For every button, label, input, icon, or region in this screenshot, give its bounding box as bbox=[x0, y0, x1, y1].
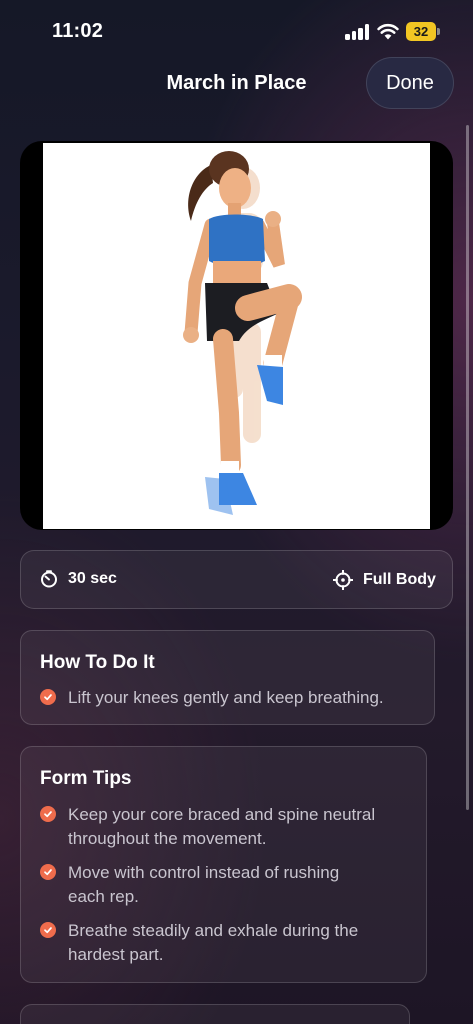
exercise-image-card bbox=[20, 141, 453, 530]
checkmark-icon bbox=[40, 689, 56, 705]
how-to-step: Lift your knees gently and keep breathin… bbox=[40, 686, 384, 710]
duration-label: 30 sec bbox=[68, 570, 117, 587]
how-to-card: How To Do It Lift your knees gently and … bbox=[20, 630, 435, 725]
battery-icon: 32 bbox=[406, 22, 440, 41]
form-tips-card: Form Tips Keep your core braced and spin… bbox=[20, 746, 427, 983]
form-tip-text: Breathe steadily and exhale during the h… bbox=[68, 921, 359, 964]
exercise-illustration bbox=[43, 143, 430, 529]
form-tip-text: Keep your core braced and spine neutral … bbox=[68, 805, 376, 848]
battery-level: 32 bbox=[406, 22, 436, 41]
exercise-info-bar: 30 sec Full Body bbox=[20, 550, 453, 609]
target-label: Full Body bbox=[363, 571, 436, 588]
checkmark-icon bbox=[40, 864, 56, 880]
form-tip-item: Keep your core braced and spine neutral … bbox=[40, 803, 375, 851]
status-time: 11:02 bbox=[52, 20, 104, 42]
form-tips-title: Form Tips bbox=[40, 768, 132, 789]
wifi-icon bbox=[377, 23, 399, 40]
how-to-step-text: Lift your knees gently and keep breathin… bbox=[68, 688, 384, 707]
form-tip-item: Move with control instead of rushing eac… bbox=[40, 861, 339, 909]
form-tip-text: Move with control instead of rushing eac… bbox=[68, 863, 340, 906]
status-bar: 11:02 32 bbox=[0, 0, 473, 60]
cellular-signal-icon bbox=[345, 24, 371, 40]
duration-info: 30 sec bbox=[40, 570, 117, 588]
checkmark-icon bbox=[40, 922, 56, 938]
scroll-indicator[interactable] bbox=[466, 125, 469, 810]
checkmark-icon bbox=[40, 806, 56, 822]
woman-marching-illustration bbox=[183, 151, 302, 515]
done-button[interactable]: Done bbox=[366, 57, 454, 109]
crosshair-icon bbox=[333, 570, 353, 590]
next-section-card bbox=[20, 1004, 410, 1024]
target-info: Full Body bbox=[333, 570, 436, 590]
form-tip-item: Breathe steadily and exhale during the h… bbox=[40, 919, 358, 967]
how-to-title: How To Do It bbox=[40, 652, 155, 673]
timer-icon bbox=[41, 570, 57, 588]
